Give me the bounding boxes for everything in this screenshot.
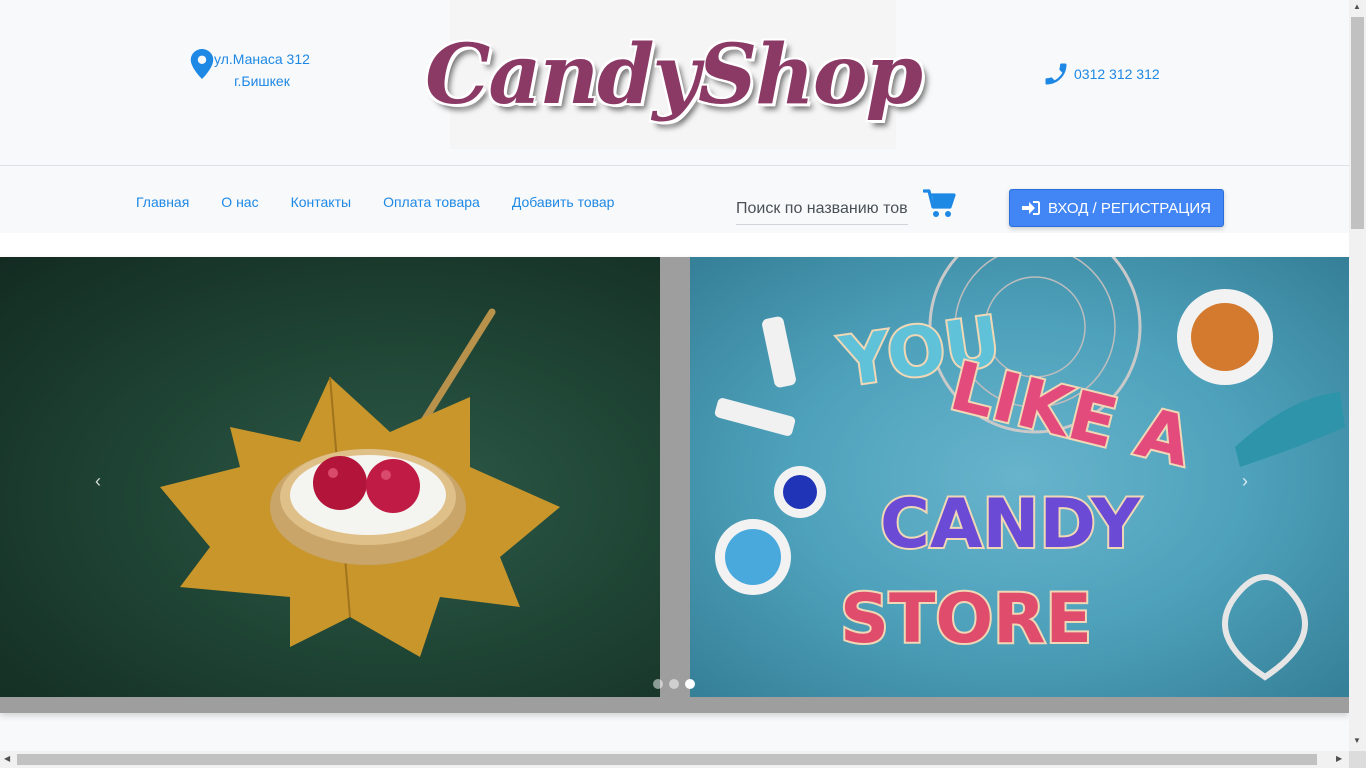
navbar: Главная О нас Контакты Оплата товара Доб… [0, 167, 1349, 233]
vertical-scrollbar[interactable]: ▲ ▼ [1349, 0, 1366, 751]
nav-item-about[interactable]: О нас [205, 193, 274, 211]
carousel-prev-button[interactable]: ‹ [95, 471, 101, 492]
cookie-text-candy: CANDY [880, 485, 1141, 564]
candy-cookies-illustration: YOU LIKE A CANDY STORE [714, 257, 1345, 681]
slide-candy-store: YOU LIKE A CANDY STORE [690, 257, 1349, 697]
spacer [0, 233, 1349, 257]
vertical-scroll-thumb[interactable] [1351, 17, 1364, 229]
search-input[interactable] [736, 193, 908, 225]
scroll-up-arrow-icon[interactable]: ▲ [1353, 2, 1361, 11]
carousel-indicator-1[interactable] [653, 679, 663, 689]
scroll-down-arrow-icon[interactable]: ▼ [1353, 736, 1361, 745]
scroll-left-arrow-icon[interactable]: ◀ [4, 754, 10, 763]
address: ул.Манаса 312 г.Бишкек [190, 48, 310, 92]
carousel-indicator-2[interactable] [669, 679, 679, 689]
cookie-text-store: STORE [840, 580, 1092, 659]
horizontal-scrollbar[interactable]: ◀ ▶ [0, 751, 1349, 768]
page: ул.Манаса 312 г.Бишкек CandyShop 0312 31… [0, 0, 1349, 751]
login-register-button[interactable]: ВХОД / РЕГИСТРАЦИЯ [1009, 189, 1224, 227]
image-carousel: YOU LIKE A CANDY STORE ‹ › [0, 257, 1349, 713]
top-header: ул.Манаса 312 г.Бишкек CandyShop 0312 31… [0, 0, 1349, 166]
address-city: г.Бишкек [234, 73, 290, 89]
cookie-text-like-a: LIKE A [943, 347, 1199, 483]
phone-contact[interactable]: 0312 312 312 [1042, 60, 1160, 88]
phone-number: 0312 312 312 [1074, 66, 1160, 82]
carousel-indicators [653, 679, 701, 689]
nav-item-add-product[interactable]: Добавить товар [496, 193, 631, 211]
nav-item-home[interactable]: Главная [120, 193, 205, 211]
carousel-next-button[interactable]: › [1242, 471, 1248, 492]
nav-links: Главная О нас Контакты Оплата товара Доб… [120, 193, 630, 211]
map-marker-icon [190, 49, 214, 79]
horizontal-scroll-thumb[interactable] [17, 754, 1317, 765]
scrollbar-corner [1349, 751, 1366, 768]
logo[interactable]: CandyShop [425, 0, 923, 149]
logo-text: CandyShop [425, 26, 923, 123]
phone-icon [1045, 63, 1067, 85]
cart-icon[interactable] [923, 189, 957, 219]
login-register-label: ВХОД / РЕГИСТРАЦИЯ [1048, 199, 1211, 217]
nav-item-payment[interactable]: Оплата товара [367, 193, 496, 211]
address-street: ул.Манаса 312 [214, 51, 310, 67]
carousel-indicator-3[interactable] [685, 679, 695, 689]
scroll-right-arrow-icon[interactable]: ▶ [1336, 754, 1342, 763]
nav-item-contacts[interactable]: Контакты [275, 193, 367, 211]
sign-in-icon [1022, 201, 1040, 215]
